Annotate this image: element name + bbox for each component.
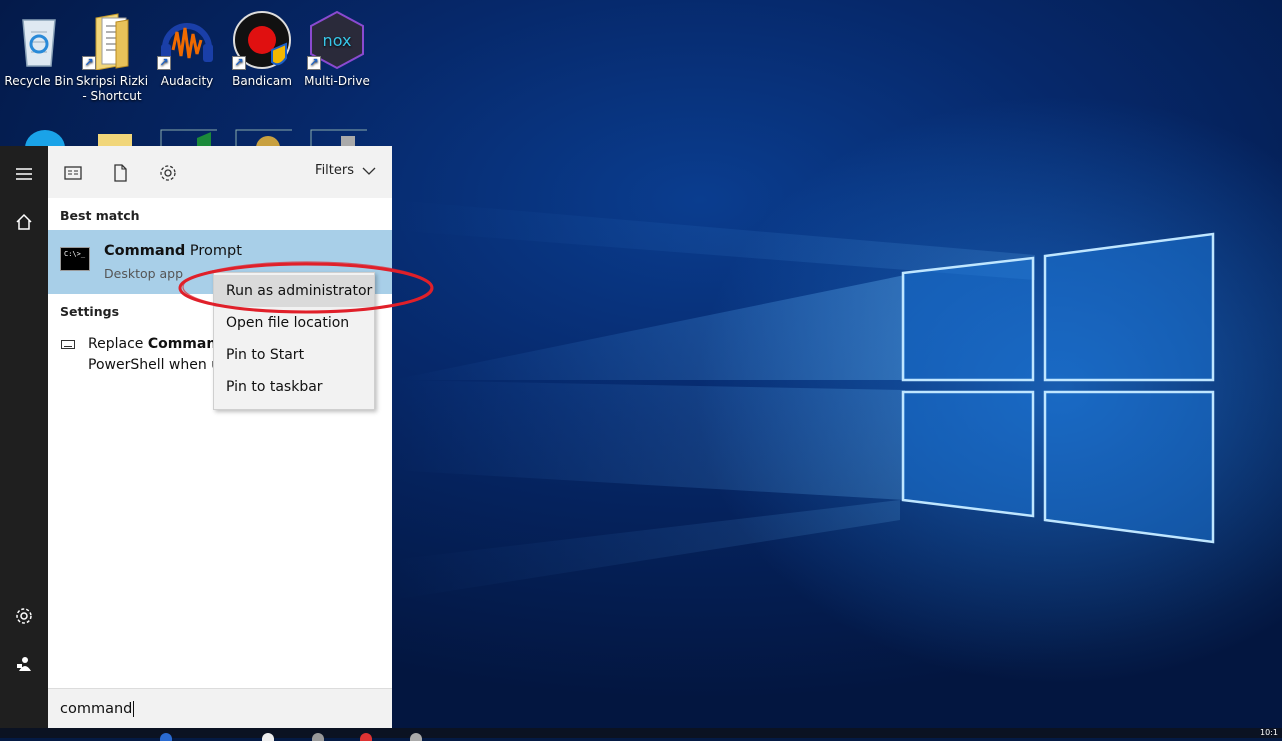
- menu-item-run-as-administrator[interactable]: Run as administrator: [214, 275, 374, 307]
- command-prompt-icon-text: C:\>_: [64, 250, 86, 258]
- taskbar-clock[interactable]: 10:1: [1260, 729, 1278, 737]
- shortcut-arrow-icon: ↗: [307, 56, 321, 70]
- settings-heading: Settings: [60, 304, 120, 319]
- best-match-subtitle: Desktop app: [104, 266, 184, 281]
- audacity-icon: ↗: [157, 10, 217, 70]
- filters-label: Filters: [315, 163, 354, 178]
- nox-icon: nox ↗: [307, 10, 367, 70]
- svg-text:nox: nox: [323, 31, 352, 50]
- desktop-icon-label: Skripsi Rizki - Shortcut: [75, 74, 149, 103]
- search-toolbar: Filters: [48, 146, 392, 199]
- hamburger-menu-icon[interactable]: [0, 154, 48, 194]
- settings-gear-icon[interactable]: [0, 596, 48, 636]
- chevron-down-icon: [362, 167, 376, 175]
- best-match-title: Command Prompt: [104, 243, 242, 259]
- shortcut-arrow-icon: ↗: [232, 56, 246, 70]
- context-menu: Run as administrator Open file location …: [213, 272, 375, 410]
- apps-filter-icon[interactable]: [63, 163, 83, 183]
- start-menu-rail: [0, 146, 48, 728]
- home-icon[interactable]: [0, 202, 48, 242]
- recycle-bin-icon: [9, 10, 69, 70]
- taskbar-app-icon[interactable]: [360, 733, 372, 741]
- taskbar: [0, 728, 1282, 738]
- taskbar-app-icon[interactable]: [160, 733, 172, 741]
- desktop-icon-recycle-bin[interactable]: Recycle Bin: [2, 10, 76, 89]
- desktop-icon-label: Bandicam: [232, 74, 292, 88]
- desktop-icon-skripsi-shortcut[interactable]: ↗ Skripsi Rizki - Shortcut: [75, 10, 149, 104]
- menu-item-open-file-location[interactable]: Open file location: [214, 307, 374, 339]
- settings-result-line2: PowerShell when u: [88, 357, 221, 373]
- desktop-icon-label: Recycle Bin: [4, 74, 74, 88]
- taskbar-app-icon[interactable]: [410, 733, 422, 741]
- menu-item-pin-to-start[interactable]: Pin to Start: [214, 339, 374, 371]
- bandicam-icon: ↗: [232, 10, 292, 70]
- best-match-heading: Best match: [60, 208, 140, 223]
- command-prompt-icon: C:\>_: [60, 247, 90, 271]
- display-settings-icon: [61, 340, 75, 349]
- shortcut-arrow-icon: ↗: [157, 56, 171, 70]
- shortcut-arrow-icon: ↗: [82, 56, 96, 70]
- desktop-icon-label: Multi-Drive: [304, 74, 370, 88]
- desktop-icon-multi-drive[interactable]: nox ↗ Multi-Drive: [300, 10, 374, 89]
- search-input[interactable]: command: [60, 701, 135, 717]
- taskbar-app-icon[interactable]: [312, 733, 324, 741]
- user-account-icon[interactable]: [0, 644, 48, 684]
- menu-item-pin-to-taskbar[interactable]: Pin to taskbar: [214, 371, 374, 403]
- folder-icon: ↗: [82, 10, 142, 71]
- search-panel: Filters Best match C:\>_ Command Prompt …: [48, 146, 392, 729]
- desktop-icon-label: Audacity: [160, 74, 214, 88]
- search-box[interactable]: command: [48, 688, 392, 729]
- desktop-icon-audacity[interactable]: ↗ Audacity: [150, 10, 224, 89]
- best-match-title-rest: Prompt: [185, 243, 242, 259]
- taskbar-app-icon[interactable]: [262, 733, 274, 741]
- settings-result-line1: Replace Command: [88, 336, 226, 352]
- settings-filter-icon[interactable]: [158, 163, 178, 183]
- best-match-title-bold: Command: [104, 243, 186, 259]
- desktop-icon-bandicam[interactable]: ↗ Bandicam: [225, 10, 299, 89]
- documents-filter-icon[interactable]: [110, 163, 130, 183]
- filters-dropdown[interactable]: Filters: [315, 163, 376, 178]
- settings-result-prefix: Replace: [88, 336, 148, 352]
